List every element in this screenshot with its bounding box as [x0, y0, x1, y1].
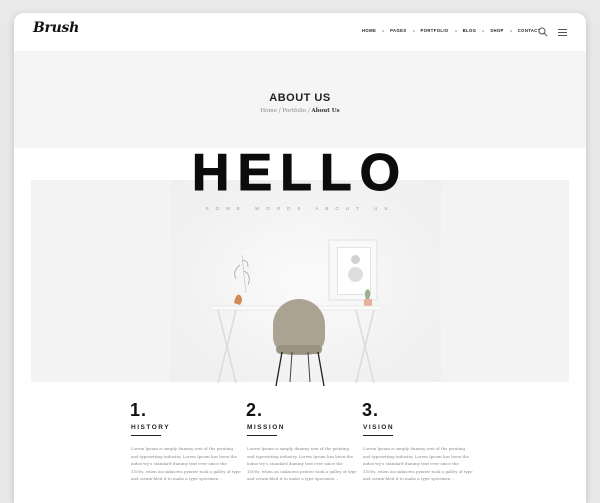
nav-shop-link[interactable]: SHOP — [490, 28, 503, 33]
breadcrumb-current: About Us — [311, 108, 340, 114]
menu-separator — [382, 29, 385, 32]
nav-pages-link[interactable]: PAGES — [390, 28, 406, 33]
hero-heading: HELLO — [191, 144, 409, 202]
vision-number: 3. — [362, 400, 380, 420]
breadcrumb: Home / Portfolio / About Us — [14, 108, 586, 114]
menu-separator — [509, 29, 512, 32]
menu-separator — [454, 29, 457, 32]
history-text: Lorem Ipsum is simply dummy text of the … — [131, 446, 241, 481]
vision-heading: VISION — [363, 424, 395, 431]
hamburger-menu-icon[interactable] — [558, 29, 567, 36]
nav-home-link[interactable]: HOME — [362, 28, 376, 33]
history-divider — [131, 435, 161, 436]
page-title: ABOUT US — [269, 92, 331, 104]
menu-separator — [412, 29, 415, 32]
mission-text: Lorem Ipsum is simply dummy text of the … — [247, 446, 357, 481]
mission-heading: MISSION — [247, 424, 285, 431]
top-navigation: Brush HOME PAGES PORTFOLIO BLOG SHOP CON… — [14, 13, 586, 52]
chair-legs — [275, 352, 325, 386]
main-menu: HOME PAGES PORTFOLIO BLOG SHOP CONTACT — [362, 28, 541, 33]
menu-separator — [482, 29, 485, 32]
breadcrumb-portfolio-link[interactable]: Portfolio — [282, 108, 306, 114]
site-logo[interactable]: Brush — [33, 20, 79, 36]
mission-divider — [247, 435, 277, 436]
breadcrumb-home-link[interactable]: Home — [260, 108, 277, 114]
hero-tagline: SOME WORDS ABOUT US — [205, 206, 395, 211]
vision-divider — [363, 435, 393, 436]
nav-blog-link[interactable]: BLOG — [463, 28, 477, 33]
browser-window: Brush HOME PAGES PORTFOLIO BLOG SHOP CON… — [14, 13, 586, 503]
nav-portfolio-link[interactable]: PORTFOLIO — [421, 28, 449, 33]
page-title-band: ABOUT US Home / Portfolio / About Us — [14, 51, 586, 148]
history-number: 1. — [130, 400, 148, 420]
vision-text: Lorem Ipsum is simply dummy text of the … — [363, 446, 473, 481]
history-heading: HISTORY — [131, 424, 171, 431]
search-icon[interactable] — [538, 27, 548, 37]
mission-number: 2. — [246, 400, 264, 420]
